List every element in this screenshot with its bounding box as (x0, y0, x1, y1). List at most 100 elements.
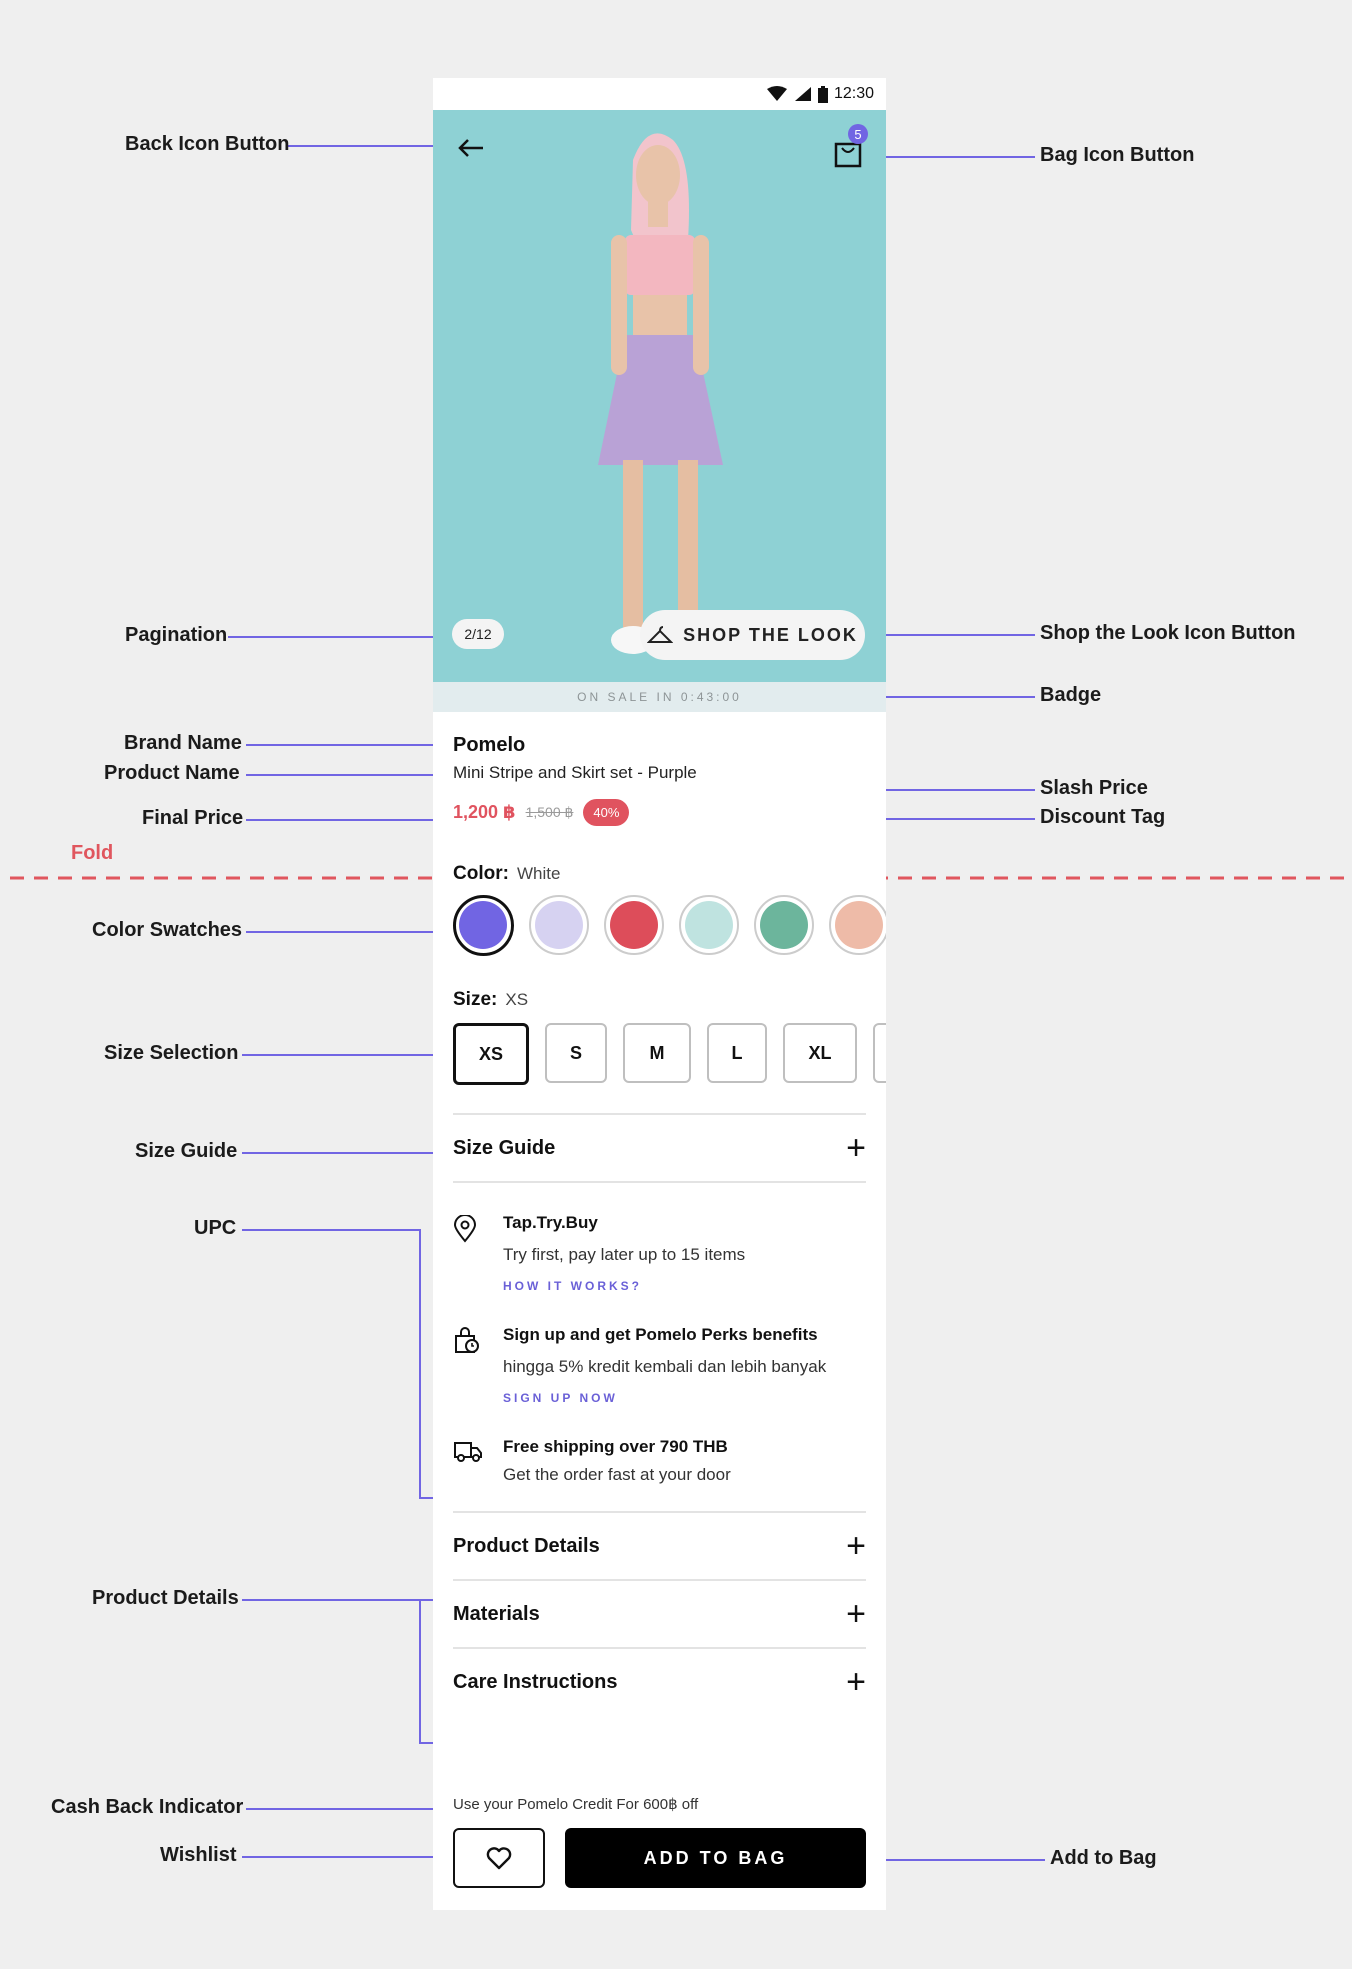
color-label: Color: (453, 863, 509, 884)
size-value: XS (505, 990, 529, 1009)
add-to-bag-button[interactable]: ADD TO BAG (565, 1828, 866, 1888)
upc-item-free-shipping: Free shipping over 790 THB Get the order… (453, 1437, 866, 1485)
annotation-upc: UPC (194, 1217, 237, 1239)
swatch-fill (610, 901, 658, 949)
plus-icon: + (846, 1527, 866, 1565)
annotation-size-guide: Size Guide (135, 1140, 238, 1162)
arrow-left-icon (458, 139, 483, 157)
annotation-final-price: Final Price (142, 807, 244, 829)
back-button[interactable] (451, 128, 491, 168)
annotation-product-name: Product Name (104, 762, 240, 784)
color-swatch[interactable] (453, 895, 514, 956)
shopping-bag-clock-icon (455, 1327, 479, 1353)
shop-the-look-button[interactable]: SHOP THE LOOK (640, 610, 865, 660)
annotation-color-swatches: Color Swatches (92, 919, 243, 941)
swatch-fill (835, 901, 883, 949)
upc-subtitle: Get the order fast at your door (503, 1465, 731, 1484)
size-option[interactable]: XL (783, 1023, 857, 1083)
signal-icon (794, 87, 811, 101)
bag-count-badge: 5 (848, 124, 868, 144)
size-option[interactable] (873, 1023, 886, 1083)
phone-screen: 12:30 5 2/12 SHOP THE LOOK ON SALE IN 0:… (433, 78, 886, 1910)
annotation-pagination: Pagination (125, 624, 228, 646)
materials-label: Materials (453, 1602, 540, 1625)
color-swatch[interactable] (529, 895, 589, 955)
upc-subtitle: Try first, pay later up to 15 items (503, 1245, 746, 1264)
annotation-add-to-bag: Add to Bag (1050, 1847, 1157, 1869)
price-row: 1,200 ฿ 1,500 ฿ 40% (453, 797, 866, 827)
size-guide-label: Size Guide (453, 1136, 556, 1159)
size-heading: Size: XS (453, 989, 866, 1011)
wifi-icon (766, 86, 787, 101)
swatch-fill (685, 901, 733, 949)
annotation-badge: Badge (1040, 684, 1102, 706)
shop-the-look-label: SHOP THE LOOK (683, 624, 858, 645)
discount-tag: 40% (583, 798, 630, 826)
upc-title: Free shipping over 790 THB (503, 1437, 728, 1456)
product-hero-image[interactable]: 5 2/12 SHOP THE LOOK (433, 110, 886, 682)
color-swatches (453, 895, 886, 956)
product-info: Pomelo Mini Stripe and Skirt set - Purpl… (453, 712, 886, 1715)
size-selection: XS S M L XL (453, 1023, 886, 1085)
final-price: 1,200 ฿ (453, 801, 516, 822)
care-instructions-label: Care Instructions (453, 1670, 618, 1693)
color-swatch[interactable] (679, 895, 739, 955)
materials-row[interactable]: Materials + (453, 1581, 866, 1647)
model-photo (598, 133, 723, 654)
bag-button[interactable]: 5 (828, 124, 868, 168)
brand-name: Pomelo (453, 734, 526, 756)
annotation-discount-tag: Discount Tag (1040, 806, 1166, 828)
size-guide-row[interactable]: Size Guide + (453, 1115, 866, 1181)
annotation-cash-back-indicator: Cash Back Indicator (51, 1796, 244, 1818)
pagination: 2/12 (452, 619, 504, 649)
swatch-fill (535, 901, 583, 949)
color-heading: Color: White (453, 863, 866, 885)
swatch-fill (760, 901, 808, 949)
wishlist-button[interactable] (453, 1828, 545, 1888)
bottom-action-bar: ADD TO BAG (453, 1828, 866, 1888)
color-swatch[interactable] (829, 895, 886, 955)
slash-price: 1,500 ฿ (525, 803, 574, 820)
product-name: Mini Stripe and Skirt set - Purple (453, 763, 697, 782)
color-swatch[interactable] (754, 895, 814, 955)
annotation-bag-icon-button: Bag Icon Button (1040, 144, 1195, 166)
upc-item-tap-try-buy: Tap.Try.Buy Try first, pay later up to 1… (453, 1213, 866, 1293)
size-option[interactable]: XS (453, 1023, 529, 1085)
plus-icon: + (846, 1129, 866, 1167)
annotation-slash-price: Slash Price (1040, 777, 1148, 799)
color-value: White (516, 864, 561, 883)
how-it-works-link[interactable]: HOW IT WORKS? (503, 1279, 745, 1293)
battery-icon (817, 85, 828, 103)
care-instructions-row[interactable]: Care Instructions + (453, 1649, 866, 1715)
upc-title: Tap.Try.Buy (503, 1213, 598, 1232)
annotation-wishlist: Wishlist (160, 1844, 237, 1866)
size-option[interactable]: M (623, 1023, 691, 1083)
annotation-fold: Fold (71, 842, 114, 864)
cash-back-indicator: Use your Pomelo Credit For 600฿ off (453, 1796, 699, 1813)
swatch-fill (459, 901, 507, 949)
size-option[interactable]: L (707, 1023, 767, 1083)
upc-title: Sign up and get Pomelo Perks benefits (503, 1325, 818, 1344)
delivery-truck-icon (454, 1442, 482, 1462)
status-time: 12:30 (833, 85, 874, 102)
plus-icon: + (846, 1663, 866, 1701)
upc-item-perks: Sign up and get Pomelo Perks benefits hi… (453, 1325, 866, 1405)
annotation-product-details: Product Details (92, 1587, 239, 1609)
sign-up-now-link[interactable]: SIGN UP NOW (503, 1391, 826, 1405)
upc-subtitle: hingga 5% kredit kembali dan lebih banya… (503, 1357, 827, 1376)
size-option[interactable]: S (545, 1023, 607, 1083)
plus-icon: + (846, 1595, 866, 1633)
location-pin-icon (453, 1214, 477, 1243)
upc-section: Tap.Try.Buy Try first, pay later up to 1… (453, 1183, 866, 1485)
product-details-label: Product Details (453, 1534, 600, 1557)
annotation-brand-name: Brand Name (124, 732, 242, 754)
sale-badge: ON SALE IN 0:43:00 (433, 682, 886, 712)
annotation-shop-the-look: Shop the Look Icon Button (1040, 622, 1296, 644)
status-bar: 12:30 (433, 78, 886, 110)
annotation-back-icon-button: Back Icon Button (125, 133, 290, 155)
annotation-size-selection: Size Selection (104, 1042, 239, 1064)
hanger-icon (647, 626, 674, 643)
color-swatch[interactable] (604, 895, 664, 955)
product-details-row[interactable]: Product Details + (453, 1513, 866, 1579)
size-label: Size: (453, 989, 498, 1010)
